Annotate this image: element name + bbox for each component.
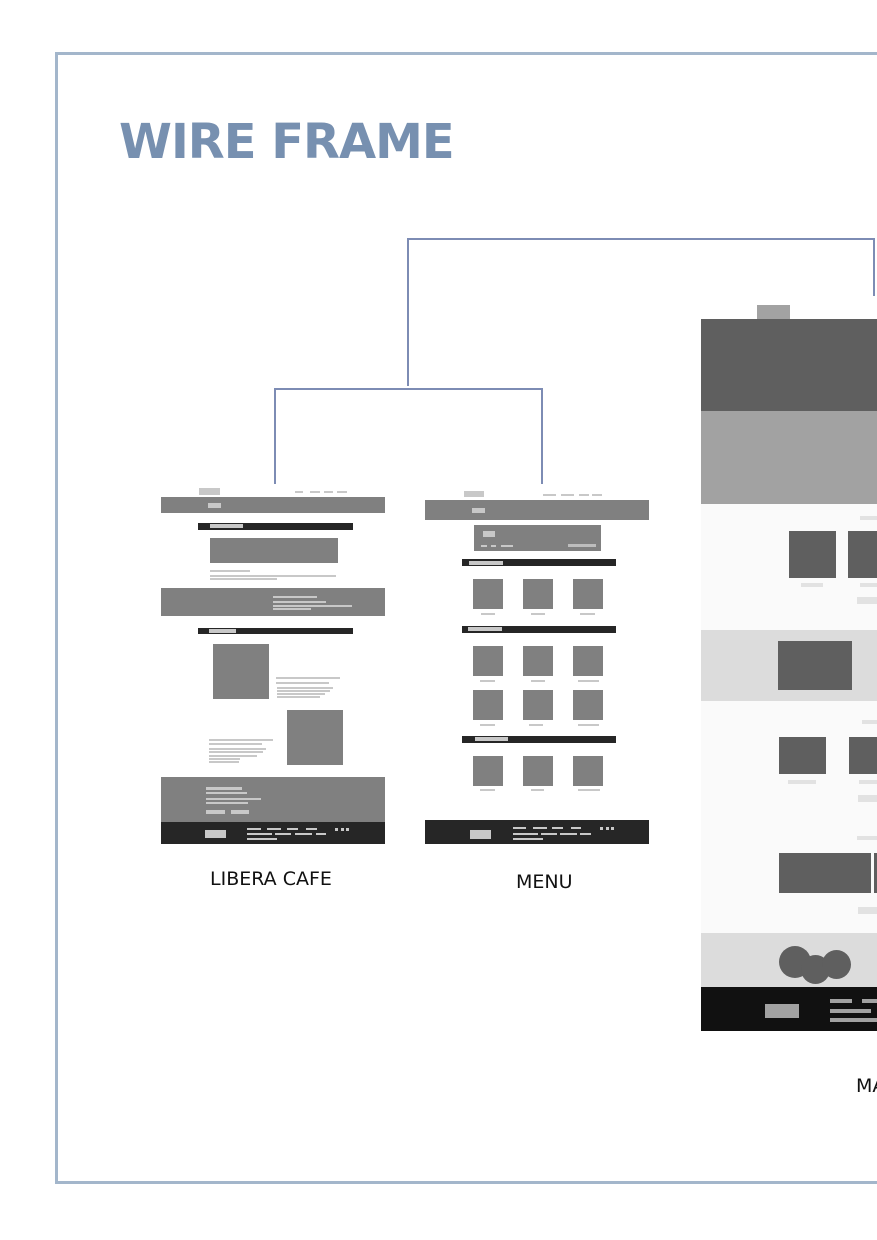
- wireframe-libera-cafe: [161, 486, 385, 844]
- wireframe-menu: [425, 488, 649, 844]
- caption-menu: MENU: [516, 871, 573, 893]
- wireframe-main: [701, 296, 877, 1031]
- caption-libera-cafe: LIBERA CAFE: [210, 868, 332, 890]
- connector-branch: [274, 388, 543, 484]
- caption-main: MA: [856, 1075, 877, 1097]
